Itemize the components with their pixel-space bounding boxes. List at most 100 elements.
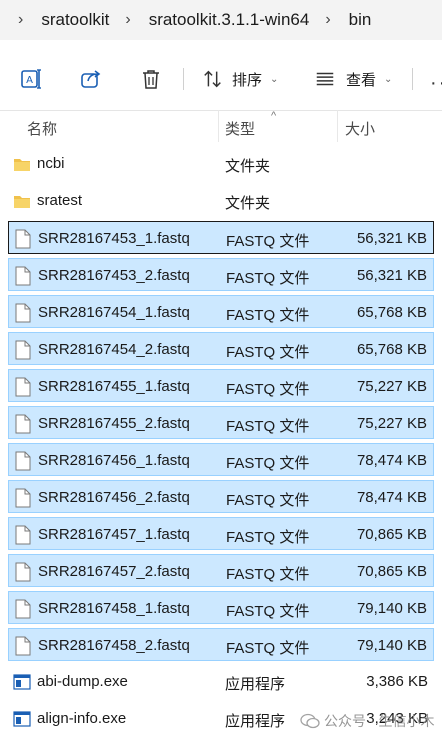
sort-ascending-icon: ^ (271, 110, 277, 122)
breadcrumb-item-sratoolkit-win64[interactable]: sratoolkit.3.1.1-win64 (147, 10, 312, 30)
row-type: FASTQ 文件 (226, 492, 310, 509)
row-name: SRR28167458_1.fastq (38, 600, 190, 617)
row-type: FASTQ 文件 (226, 640, 310, 657)
row-name: align-info.exe (37, 710, 127, 727)
column-name[interactable]: 名称 (27, 118, 57, 139)
row-name: abi-dump.exe (37, 673, 128, 690)
folder-row[interactable]: sratest 文件夹 (8, 184, 434, 217)
file-row[interactable]: SRR28167455_2.fastq FASTQ 文件 75,227 KB (8, 406, 434, 439)
toolbar-divider (183, 68, 184, 90)
file-icon (15, 340, 31, 360)
row-type: FASTQ 文件 (226, 270, 310, 287)
toolbar-divider (412, 68, 413, 90)
breadcrumb-item-bin[interactable]: bin (347, 10, 374, 30)
folder-row[interactable]: ncbi 文件夹 (8, 147, 434, 180)
file-row[interactable]: SRR28167455_1.fastq FASTQ 文件 75,227 KB (8, 369, 434, 402)
row-name: ncbi (37, 155, 65, 172)
file-row[interactable]: SRR28167457_2.fastq FASTQ 文件 70,865 KB (8, 554, 434, 587)
sort-label: 排序 (232, 71, 263, 89)
row-type: FASTQ 文件 (226, 307, 310, 324)
file-icon (15, 266, 31, 286)
row-name: SRR28167454_2.fastq (38, 341, 190, 358)
column-type[interactable]: 类型 (225, 118, 255, 139)
chevron-down-icon: ⌄ (270, 73, 279, 85)
row-name: SRR28167456_2.fastq (38, 489, 190, 506)
file-row[interactable]: SRR28167457_1.fastq FASTQ 文件 70,865 KB (8, 517, 434, 550)
file-row[interactable]: SRR28167458_2.fastq FASTQ 文件 79,140 KB (8, 628, 434, 661)
watermark-text: 公众号 · 生信小木 (324, 713, 435, 729)
row-size: 75,227 KB (356, 378, 427, 395)
row-name: SRR28167453_1.fastq (38, 230, 190, 247)
file-icon (15, 599, 31, 619)
file-icon (15, 229, 31, 249)
row-name: SRR28167457_1.fastq (38, 526, 190, 543)
column-divider[interactable] (337, 110, 338, 142)
breadcrumb-separator: › (18, 11, 24, 28)
row-size: 70,865 KB (356, 526, 427, 543)
breadcrumb-separator: › (325, 11, 331, 28)
svg-text:A: A (26, 75, 33, 86)
row-type: FASTQ 文件 (226, 455, 310, 472)
view-button[interactable]: 查看 ⌄ (314, 66, 392, 92)
chevron-down-icon: ⌄ (384, 73, 393, 85)
view-label: 查看 (346, 71, 377, 89)
row-type: FASTQ 文件 (226, 603, 310, 620)
row-type: FASTQ 文件 (226, 418, 310, 435)
file-row[interactable]: SRR28167458_1.fastq FASTQ 文件 79,140 KB (8, 591, 434, 624)
file-icon (15, 636, 31, 656)
row-type: FASTQ 文件 (226, 344, 310, 361)
share-icon[interactable] (79, 67, 103, 91)
trash-icon[interactable] (139, 67, 163, 91)
row-size: 78,474 KB (356, 489, 427, 506)
more-options-icon[interactable]: ·· (430, 72, 442, 95)
row-name: SRR28167457_2.fastq (38, 563, 190, 580)
breadcrumb-separator: › (125, 11, 131, 28)
exe-icon (13, 674, 31, 690)
file-row[interactable]: SRR28167453_1.fastq FASTQ 文件 56,321 KB (8, 221, 434, 254)
column-size[interactable]: 大小 (345, 118, 375, 139)
breadcrumb-item-sratoolkit[interactable]: sratoolkit (39, 10, 111, 30)
row-name: SRR28167454_1.fastq (38, 304, 190, 321)
sort-icon (204, 70, 221, 88)
row-name: SRR28167453_2.fastq (38, 267, 190, 284)
row-type: 文件夹 (225, 158, 271, 175)
breadcrumb: › sratoolkit › sratoolkit.3.1.1-win64 › … (0, 0, 442, 40)
row-type: FASTQ 文件 (226, 233, 310, 250)
row-size: 75,227 KB (356, 415, 427, 432)
file-row[interactable]: SRR28167454_1.fastq FASTQ 文件 65,768 KB (8, 295, 434, 328)
row-size: 78,474 KB (356, 452, 427, 469)
wechat-icon (300, 713, 320, 729)
column-header: 名称 ^ 类型 大小 (0, 110, 442, 142)
sort-button[interactable]: 排序 ⌄ (202, 66, 278, 92)
folder-icon (14, 159, 30, 171)
file-row[interactable]: SRR28167456_2.fastq FASTQ 文件 78,474 KB (8, 480, 434, 513)
file-row[interactable]: SRR28167453_2.fastq FASTQ 文件 56,321 KB (8, 258, 434, 291)
file-row[interactable]: abi-dump.exe 应用程序 3,386 KB (8, 665, 434, 698)
file-icon (15, 525, 31, 545)
row-type: FASTQ 文件 (226, 529, 310, 546)
row-type: 应用程序 (225, 676, 286, 693)
file-icon (15, 414, 31, 434)
view-list-icon (316, 72, 334, 86)
row-type: 文件夹 (225, 195, 271, 212)
row-name: SRR28167455_2.fastq (38, 415, 190, 432)
row-size: 65,768 KB (356, 341, 427, 358)
row-type: FASTQ 文件 (226, 381, 310, 398)
row-type: 应用程序 (225, 713, 286, 730)
column-divider[interactable] (218, 110, 219, 142)
file-icon (15, 377, 31, 397)
exe-icon (13, 711, 31, 727)
file-row[interactable]: SRR28167454_2.fastq FASTQ 文件 65,768 KB (8, 332, 434, 365)
row-size: 79,140 KB (356, 600, 427, 617)
file-icon (15, 303, 31, 323)
file-icon (15, 488, 31, 508)
row-size: 56,321 KB (356, 267, 427, 284)
row-type: FASTQ 文件 (226, 566, 310, 583)
row-size: 79,140 KB (356, 637, 427, 654)
row-name: sratest (37, 192, 83, 209)
watermark: 公众号 · 生信小木 (300, 711, 434, 731)
file-row[interactable]: SRR28167456_1.fastq FASTQ 文件 78,474 KB (8, 443, 434, 476)
rename-icon[interactable]: A (19, 67, 43, 91)
folder-icon (14, 196, 30, 208)
row-name: SRR28167458_2.fastq (38, 637, 190, 654)
